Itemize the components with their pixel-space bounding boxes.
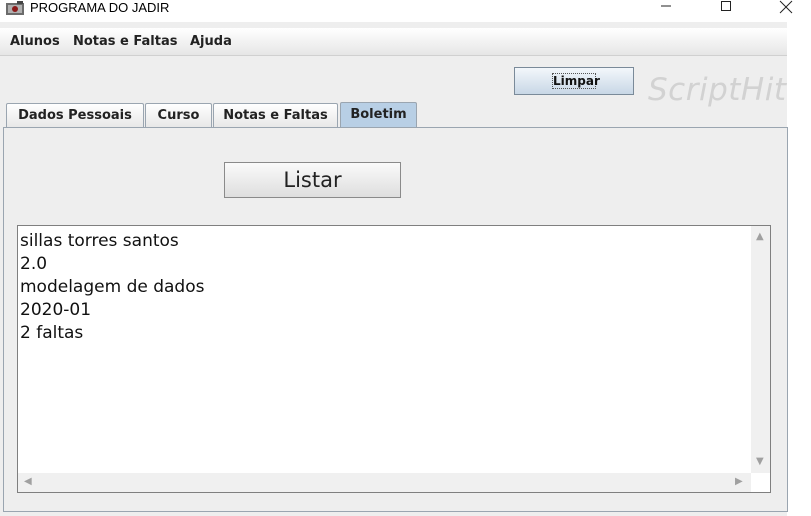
output-line: modelagem de dados: [20, 277, 205, 297]
window-edge: [787, 22, 811, 516]
window-title: PROGRAMA DO JADIR: [30, 0, 170, 15]
tab-dados-pessoais[interactable]: Dados Pessoais: [6, 103, 144, 127]
minimize-icon: [661, 5, 671, 7]
maximize-icon: [721, 1, 731, 11]
limpar-button-label: Limpar: [552, 73, 600, 89]
tab-notas-e-faltas[interactable]: Notas e Faltas: [213, 103, 338, 127]
scroll-corner: [751, 473, 770, 492]
close-icon: [779, 0, 793, 14]
scroll-left-icon[interactable]: ◀: [24, 477, 32, 487]
output-line: 2.0: [20, 254, 48, 274]
close-button[interactable]: [763, 0, 809, 16]
scripthit-watermark: ScriptHit: [648, 72, 787, 108]
output-line: 2020-01: [20, 300, 92, 320]
output-lines: sillas torres santos 2.0 modelagem de da…: [20, 230, 204, 345]
app-icon: [6, 1, 24, 15]
maximize-button[interactable]: [703, 0, 749, 16]
minimize-button[interactable]: [643, 0, 689, 16]
menu-notas-e-faltas[interactable]: Notas e Faltas: [73, 34, 177, 49]
tab-boletim[interactable]: Boletim: [340, 102, 417, 128]
tab-curso[interactable]: Curso: [145, 103, 212, 127]
scroll-up-icon[interactable]: ▲: [756, 232, 764, 242]
title-bar: PROGRAMA DO JADIR: [0, 0, 811, 22]
menu-alunos[interactable]: Alunos: [10, 34, 60, 49]
scroll-down-icon[interactable]: ▼: [756, 457, 764, 467]
scroll-right-icon[interactable]: ▶: [735, 477, 743, 487]
boletim-output[interactable]: sillas torres santos 2.0 modelagem de da…: [17, 225, 771, 493]
menu-ajuda[interactable]: Ajuda: [190, 34, 232, 49]
menu-bar: Alunos Notas e Faltas Ajuda: [0, 28, 787, 56]
limpar-button[interactable]: Limpar: [514, 67, 634, 95]
vertical-scrollbar[interactable]: ▲ ▼: [751, 226, 770, 474]
output-line: sillas torres santos: [20, 231, 179, 251]
output-line: 2 faltas: [20, 323, 84, 343]
listar-button[interactable]: Listar: [224, 162, 401, 198]
horizontal-scrollbar[interactable]: ◀ ▶: [18, 473, 751, 492]
